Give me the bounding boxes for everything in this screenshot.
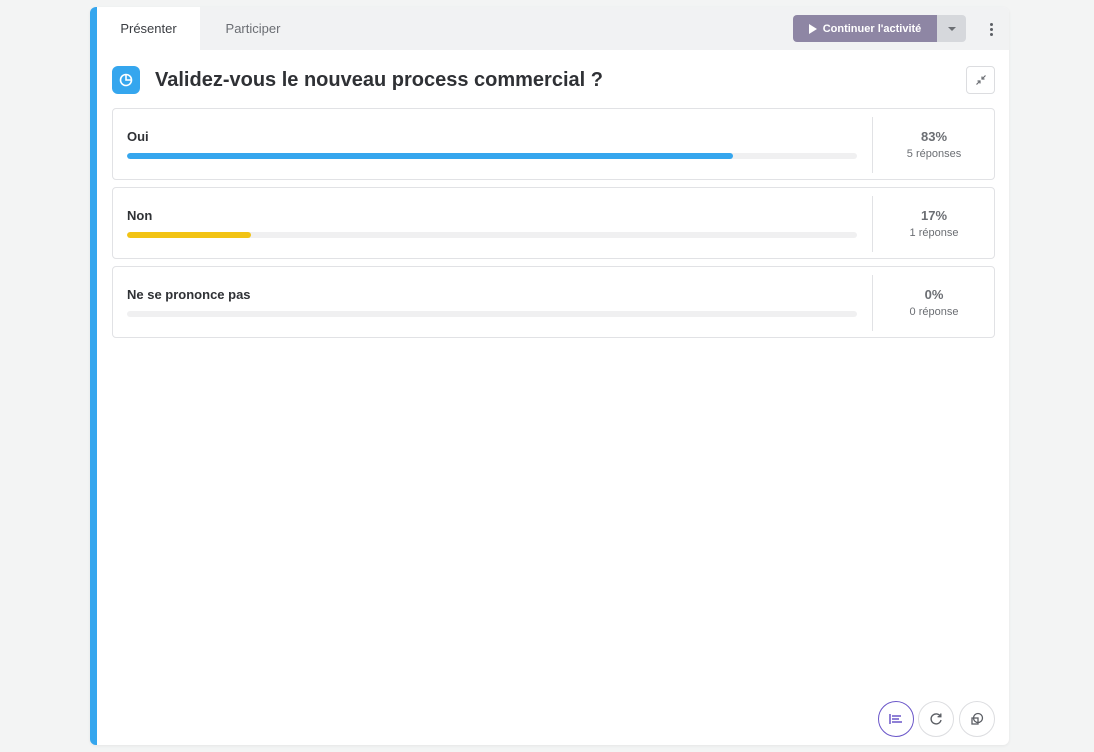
answer-count: 1 réponse (909, 226, 959, 239)
answer-progress-fill (127, 153, 733, 159)
answer-stats: 17% 1 réponse (873, 188, 995, 258)
continue-activity-button[interactable]: Continuer l'activité (793, 15, 937, 42)
tab-present[interactable]: Présenter (97, 7, 200, 50)
pie-chart-icon (112, 66, 140, 94)
play-icon (808, 23, 817, 34)
results-view-button[interactable] (878, 701, 914, 737)
caret-down-icon (947, 26, 956, 31)
answer-progress-track (127, 311, 857, 317)
answer-label: Oui (127, 129, 149, 144)
answer-percent: 83% (920, 128, 948, 144)
answer-count: 0 réponse (909, 305, 959, 318)
question-title: Validez-vous le nouveau process commerci… (155, 68, 603, 91)
answer-label: Ne se prononce pas (127, 287, 251, 302)
answer-progress-fill (127, 232, 252, 238)
reset-button[interactable] (918, 701, 954, 737)
continue-button-group: Continuer l'activité (793, 15, 966, 42)
answer-percent: 17% (920, 207, 948, 223)
answer-label: Non (127, 208, 153, 223)
refresh-icon (930, 713, 942, 725)
continue-activity-label: Continuer l'activité (822, 22, 922, 35)
answer-stats: 0% 0 réponse (873, 267, 995, 337)
top-bar: Présenter Participer Continuer l'activit… (97, 7, 1009, 50)
shapes-icon (971, 712, 984, 725)
answer-progress-track (127, 153, 857, 159)
answer-count: 5 réponses (906, 147, 962, 160)
answer-percent: 0% (924, 286, 944, 302)
display-mode-button[interactable] (959, 701, 995, 737)
collapse-button[interactable] (966, 66, 995, 94)
tab-participate[interactable]: Participer (200, 7, 306, 50)
answer-row-yes: Oui 83% 5 réponses (112, 108, 995, 180)
collapse-icon (975, 75, 986, 85)
answer-row-no-opinion: Ne se prononce pas 0% 0 réponse (112, 266, 995, 338)
continue-options-dropdown[interactable] (937, 15, 966, 42)
answer-row-no: Non 17% 1 réponse (112, 187, 995, 259)
activity-card: Présenter Participer Continuer l'activit… (90, 7, 1009, 745)
more-options-icon[interactable] (983, 19, 999, 39)
bar-list-icon (889, 714, 902, 724)
answer-progress-track (127, 232, 857, 238)
answer-stats: 83% 5 réponses (873, 109, 995, 179)
